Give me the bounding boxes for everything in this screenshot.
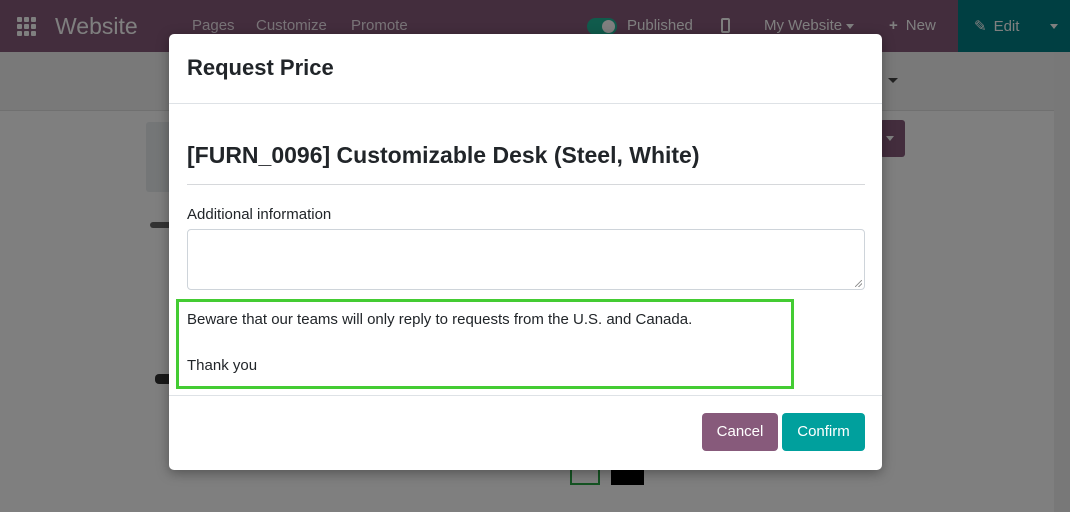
cancel-button[interactable]: Cancel [702,413,778,451]
thanks-text: Thank you [187,357,258,374]
notice-text: Beware that our teams will only reply to… [187,311,693,328]
additional-info-label: Additional information [187,206,332,223]
resize-handle-icon[interactable] [855,280,862,287]
footer-divider [169,395,882,396]
header-divider [169,103,882,104]
confirm-button[interactable]: Confirm [782,413,865,451]
request-price-dialog: Request Price [FURN_0096] Customizable D… [169,34,882,470]
additional-info-textarea[interactable] [187,229,865,290]
product-divider [187,184,865,185]
product-name: [FURN_0096] Customizable Desk (Steel, Wh… [187,142,700,168]
dialog-title: Request Price [187,55,334,80]
